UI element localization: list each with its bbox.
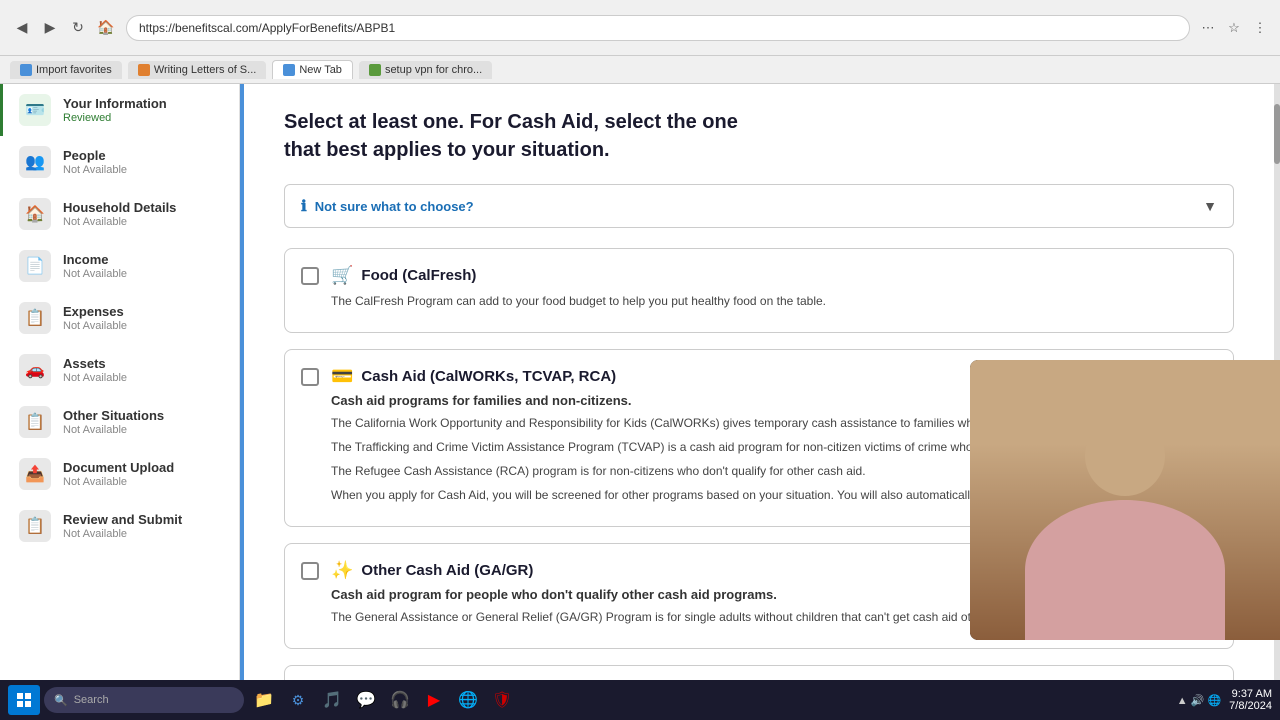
tabs-bar: Import favorites Writing Letters of S...… [0, 56, 1280, 84]
browser-bar: ◀ ▶ ↻ 🏠 ⋯ ☆ ⋮ [0, 0, 1280, 56]
taskbar-tray: ▲ 🔊 🌐 9:37 AM 7/8/2024 [1177, 688, 1272, 712]
refresh-button[interactable]: ↻ [66, 16, 90, 40]
scroll-thumb [1274, 104, 1280, 164]
sidebar-item-expenses[interactable]: 📋 Expenses Not Available [0, 292, 239, 344]
assets-label: Assets [63, 356, 127, 371]
sidebar-item-assets[interactable]: 🚗 Assets Not Available [0, 344, 239, 396]
page-container: 🪪 Your Information Reviewed 👥 People Not… [0, 84, 1280, 680]
taskbar-security[interactable]: 🛡 [486, 684, 518, 716]
people-label: People [63, 148, 127, 163]
video-person [970, 360, 1280, 640]
expenses-sublabel: Not Available [63, 320, 127, 332]
tab-new-tab[interactable]: New Tab [272, 60, 353, 79]
search-placeholder: Search [74, 694, 109, 706]
search-icon: 🔍 [54, 694, 68, 707]
sidebar-item-your-info[interactable]: 🪪 Your Information Reviewed [0, 84, 239, 136]
favorites-icon[interactable]: ☆ [1224, 18, 1244, 38]
windows-logo-icon [16, 692, 32, 708]
video-overlay [970, 360, 1280, 640]
assets-icon: 🚗 [19, 354, 51, 386]
other-situations-sublabel: Not Available [63, 424, 164, 436]
tab-favicon-new [283, 64, 295, 76]
back-button[interactable]: ◀ [10, 16, 34, 40]
tray-icons: ▲ 🔊 🌐 [1177, 694, 1221, 707]
people-sublabel: Not Available [63, 164, 127, 176]
cash-aid-icon: 💳 [331, 366, 353, 387]
document-upload-icon: 📤 [19, 458, 51, 490]
food-title: Food (CalFresh) [361, 267, 476, 284]
food-description: The CalFresh Program can add to your foo… [331, 292, 1217, 310]
taskbar-file-explorer[interactable]: 📁 [248, 684, 280, 716]
other-cash-aid-title: Other Cash Aid (GA/GR) [361, 562, 533, 579]
sidebar-item-household[interactable]: 🏠 Household Details Not Available [0, 188, 239, 240]
helper-label: Not sure what to choose? [315, 199, 474, 214]
other-cash-aid-checkbox[interactable] [301, 562, 319, 580]
taskbar-music[interactable]: 🎵 [316, 684, 348, 716]
income-icon: 📄 [19, 250, 51, 282]
other-situations-icon: 📋 [19, 406, 51, 438]
tab-favicon-vpn [369, 64, 381, 76]
program-card-food: 🛒 Food (CalFresh) The CalFresh Program c… [284, 248, 1234, 333]
taskbar: 🔍 Search 📁 ⚙ 🎵 💬 🎧 ▶ 🌐 🛡 ▲ 🔊 🌐 9:37 AM 7… [0, 680, 1280, 720]
chevron-down-icon: ▼ [1203, 198, 1217, 214]
info-icon: ℹ [301, 197, 307, 215]
extensions-icon[interactable]: ⋯ [1198, 18, 1218, 38]
browser-nav-buttons: ◀ ▶ ↻ 🏠 [10, 16, 118, 40]
other-situations-label: Other Situations [63, 408, 164, 423]
menu-icon[interactable]: ⋮ [1250, 18, 1270, 38]
sidebar-item-other-situations[interactable]: 📋 Other Situations Not Available [0, 396, 239, 448]
home-button[interactable]: 🏠 [94, 16, 118, 40]
expenses-icon: 📋 [19, 302, 51, 334]
helper-box[interactable]: ℹ Not sure what to choose? ▼ [284, 184, 1234, 228]
sidebar-item-document-upload[interactable]: 📤 Document Upload Not Available [0, 448, 239, 500]
household-sublabel: Not Available [63, 216, 176, 228]
taskbar-app-icons: 📁 ⚙ 🎵 💬 🎧 ▶ 🌐 🛡 [248, 684, 518, 716]
program-card-health-coverage: ❤ Health Coverage (Medi-Cal) Medi-Cal is… [284, 665, 1234, 680]
review-submit-label: Review and Submit [63, 512, 182, 527]
forward-button[interactable]: ▶ [38, 16, 62, 40]
video-content [970, 360, 1280, 640]
assets-sublabel: Not Available [63, 372, 127, 384]
document-upload-sublabel: Not Available [63, 476, 174, 488]
your-info-sublabel: Reviewed [63, 112, 167, 124]
your-info-icon: 🪪 [19, 94, 51, 126]
taskbar-discord[interactable]: 💬 [350, 684, 382, 716]
tab-favicon-import [20, 64, 32, 76]
url-bar[interactable] [126, 15, 1190, 41]
taskbar-chrome[interactable]: ⚙ [282, 684, 314, 716]
sidebar-item-people[interactable]: 👥 People Not Available [0, 136, 239, 188]
tab-import-favorites[interactable]: Import favorites [10, 61, 122, 79]
taskbar-search-box[interactable]: 🔍 Search [44, 687, 244, 713]
tab-favicon-writing [138, 64, 150, 76]
page-header: Select at least one. For Cash Aid, selec… [284, 108, 1234, 164]
review-submit-sublabel: Not Available [63, 528, 182, 540]
document-upload-label: Document Upload [63, 460, 174, 475]
review-submit-icon: 📋 [19, 510, 51, 542]
cash-aid-title: Cash Aid (CalWORKs, TCVAP, RCA) [361, 368, 616, 385]
household-label: Household Details [63, 200, 176, 215]
household-icon: 🏠 [19, 198, 51, 230]
taskbar-headset[interactable]: 🎧 [384, 684, 416, 716]
food-checkbox[interactable] [301, 267, 319, 285]
sidebar: 🪪 Your Information Reviewed 👥 People Not… [0, 84, 240, 680]
taskbar-time: 9:37 AM 7/8/2024 [1229, 688, 1272, 712]
video-shirt [1025, 500, 1225, 640]
food-icon: 🛒 [331, 265, 353, 286]
your-info-label: Your Information [63, 96, 167, 111]
browser-toolbar-icons: ⋯ ☆ ⋮ [1198, 18, 1270, 38]
expenses-label: Expenses [63, 304, 127, 319]
income-label: Income [63, 252, 127, 267]
taskbar-youtube[interactable]: ▶ [418, 684, 450, 716]
cash-aid-checkbox[interactable] [301, 368, 319, 386]
sidebar-item-income[interactable]: 📄 Income Not Available [0, 240, 239, 292]
income-sublabel: Not Available [63, 268, 127, 280]
page-title: Select at least one. For Cash Aid, selec… [284, 108, 1234, 164]
tab-writing-letters[interactable]: Writing Letters of S... [128, 61, 267, 79]
taskbar-edge[interactable]: 🌐 [452, 684, 484, 716]
people-icon: 👥 [19, 146, 51, 178]
tab-setup-vpn[interactable]: setup vpn for chro... [359, 61, 492, 79]
start-button[interactable] [8, 685, 40, 715]
other-cash-aid-icon: ✨ [331, 560, 353, 581]
sidebar-item-review-submit[interactable]: 📋 Review and Submit Not Available [0, 500, 239, 552]
